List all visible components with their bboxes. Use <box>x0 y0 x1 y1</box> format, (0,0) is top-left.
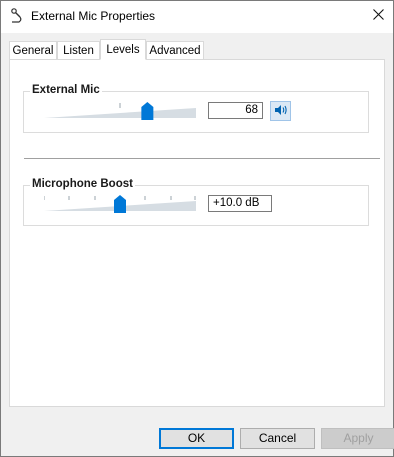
close-button[interactable] <box>363 1 393 31</box>
tab-listen[interactable]: Listen <box>57 41 100 59</box>
tab-levels[interactable]: Levels <box>100 39 146 60</box>
apply-button[interactable]: Apply <box>321 428 394 449</box>
boost-label: Microphone Boost <box>30 178 135 190</box>
tab-advanced[interactable]: Advanced <box>146 41 204 59</box>
mute-toggle-button[interactable] <box>270 101 291 121</box>
section-divider <box>24 158 380 159</box>
boost-value[interactable]: +10.0 dB <box>208 195 272 212</box>
window-title: External Mic Properties <box>31 9 156 23</box>
tab-strip: General Listen Levels Advanced <box>9 39 385 60</box>
mic-slider-graphic <box>44 102 196 120</box>
mic-slider-thumb <box>141 102 154 120</box>
close-icon <box>372 9 384 23</box>
speaker-volume-icon <box>274 104 288 119</box>
levels-panel: External Mic 68 Microphone Boost +10.0 d… <box>9 59 385 407</box>
mic-level-value[interactable]: 68 <box>208 102 263 119</box>
cancel-button[interactable]: Cancel <box>240 428 315 449</box>
title-bar: External Mic Properties <box>1 1 393 33</box>
ok-button[interactable]: OK <box>159 428 234 449</box>
microphone-icon <box>10 8 24 24</box>
mic-level-slider[interactable] <box>44 101 196 121</box>
properties-dialog: External Mic Properties General Listen L… <box>0 0 394 457</box>
tab-general[interactable]: General <box>9 41 57 59</box>
mic-level-label: External Mic <box>30 84 102 96</box>
boost-slider-graphic <box>44 195 196 213</box>
boost-slider[interactable] <box>44 194 196 214</box>
boost-slider-thumb <box>114 195 126 213</box>
